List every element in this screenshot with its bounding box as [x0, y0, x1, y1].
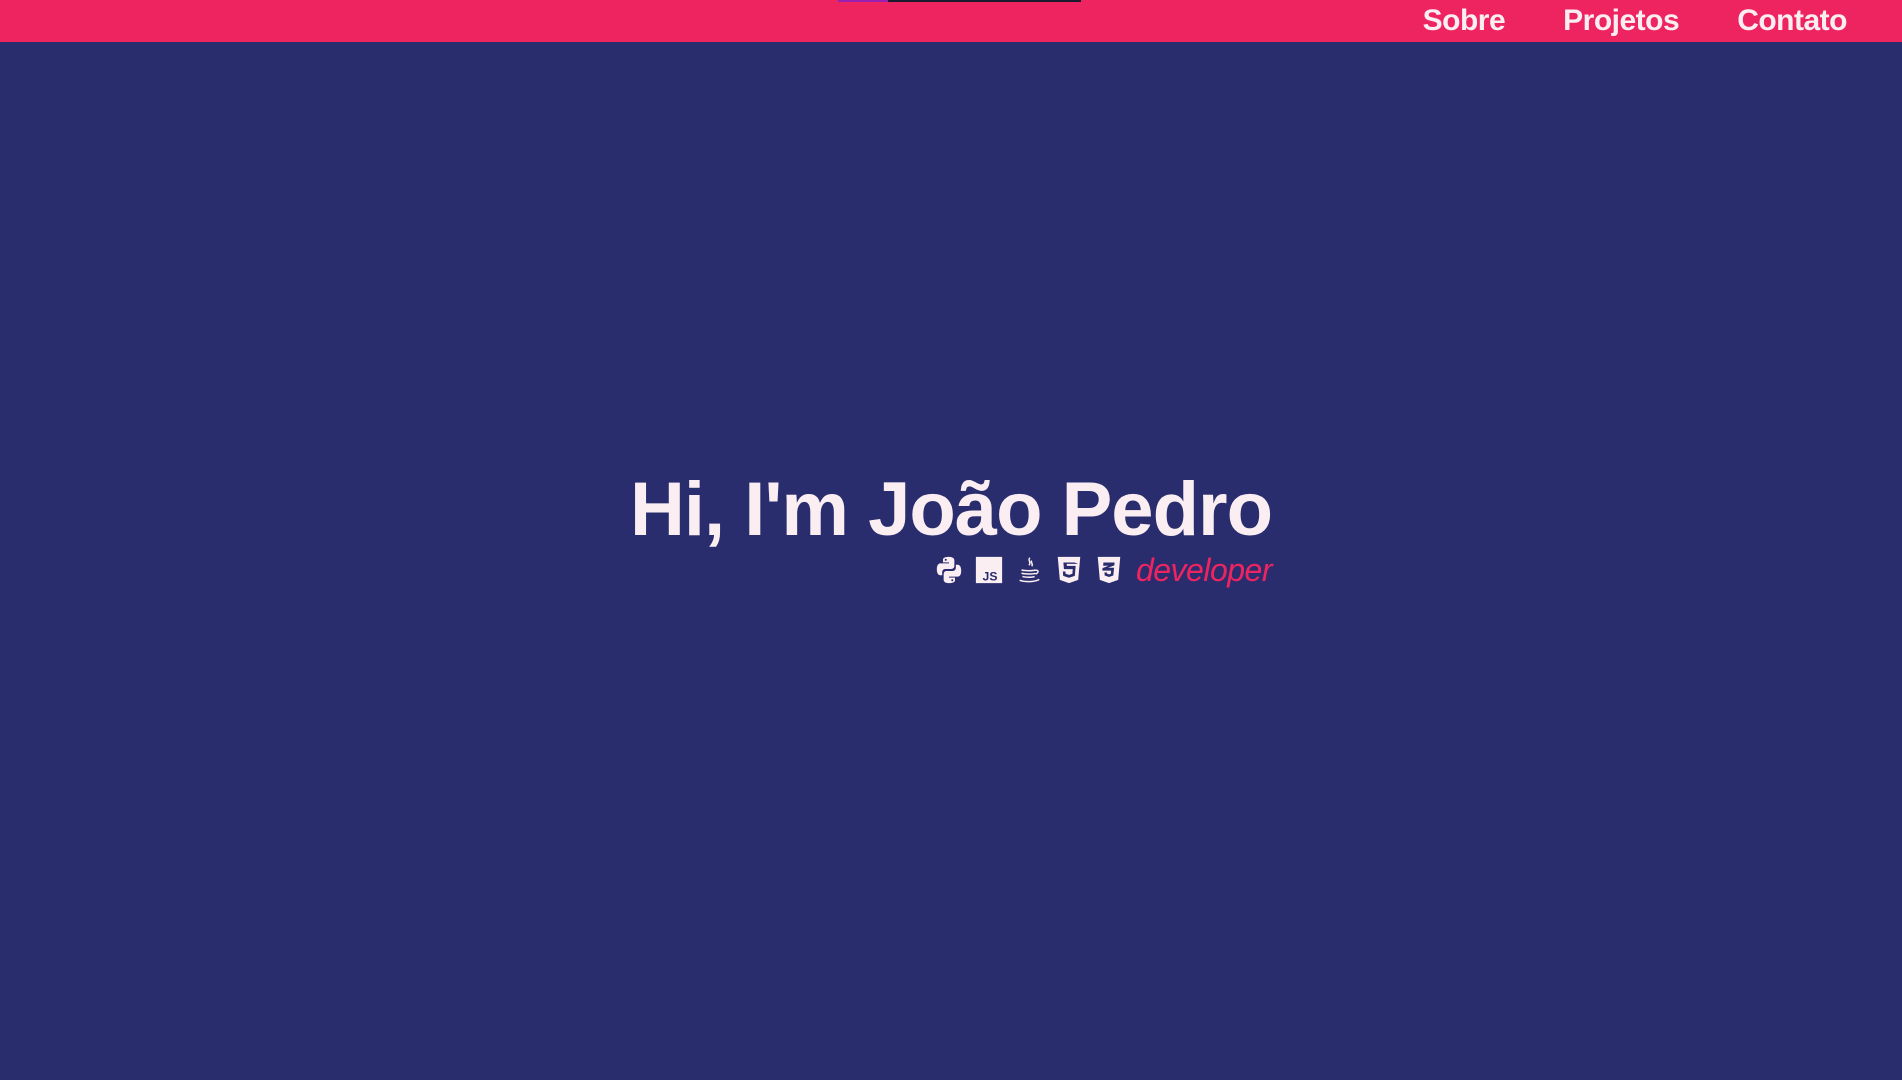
java-icon — [1014, 554, 1044, 586]
role-text: developer — [1135, 551, 1273, 588]
html5-icon — [1054, 554, 1084, 586]
nav-link-contato[interactable]: Contato — [1737, 4, 1847, 38]
javascript-icon: JS — [974, 554, 1004, 586]
hero-subline: JS developer — [934, 551, 1273, 589]
svg-text:JS: JS — [983, 570, 998, 584]
python-icon — [934, 554, 964, 586]
main-nav: Sobre Projetos Contato — [1423, 0, 1848, 42]
hero-section: Hi, I'm João Pedro JS developer — [0, 470, 1902, 589]
scroll-progress-indicator — [838, 0, 888, 2]
css3-icon — [1094, 554, 1124, 586]
nav-link-projetos[interactable]: Projetos — [1563, 4, 1680, 38]
hero-content: Hi, I'm João Pedro JS developer — [630, 467, 1273, 589]
top-navbar: Sobre Projetos Contato — [0, 0, 1902, 42]
nav-link-sobre[interactable]: Sobre — [1423, 4, 1506, 38]
hero-title: Hi, I'm João Pedro — [630, 467, 1273, 552]
